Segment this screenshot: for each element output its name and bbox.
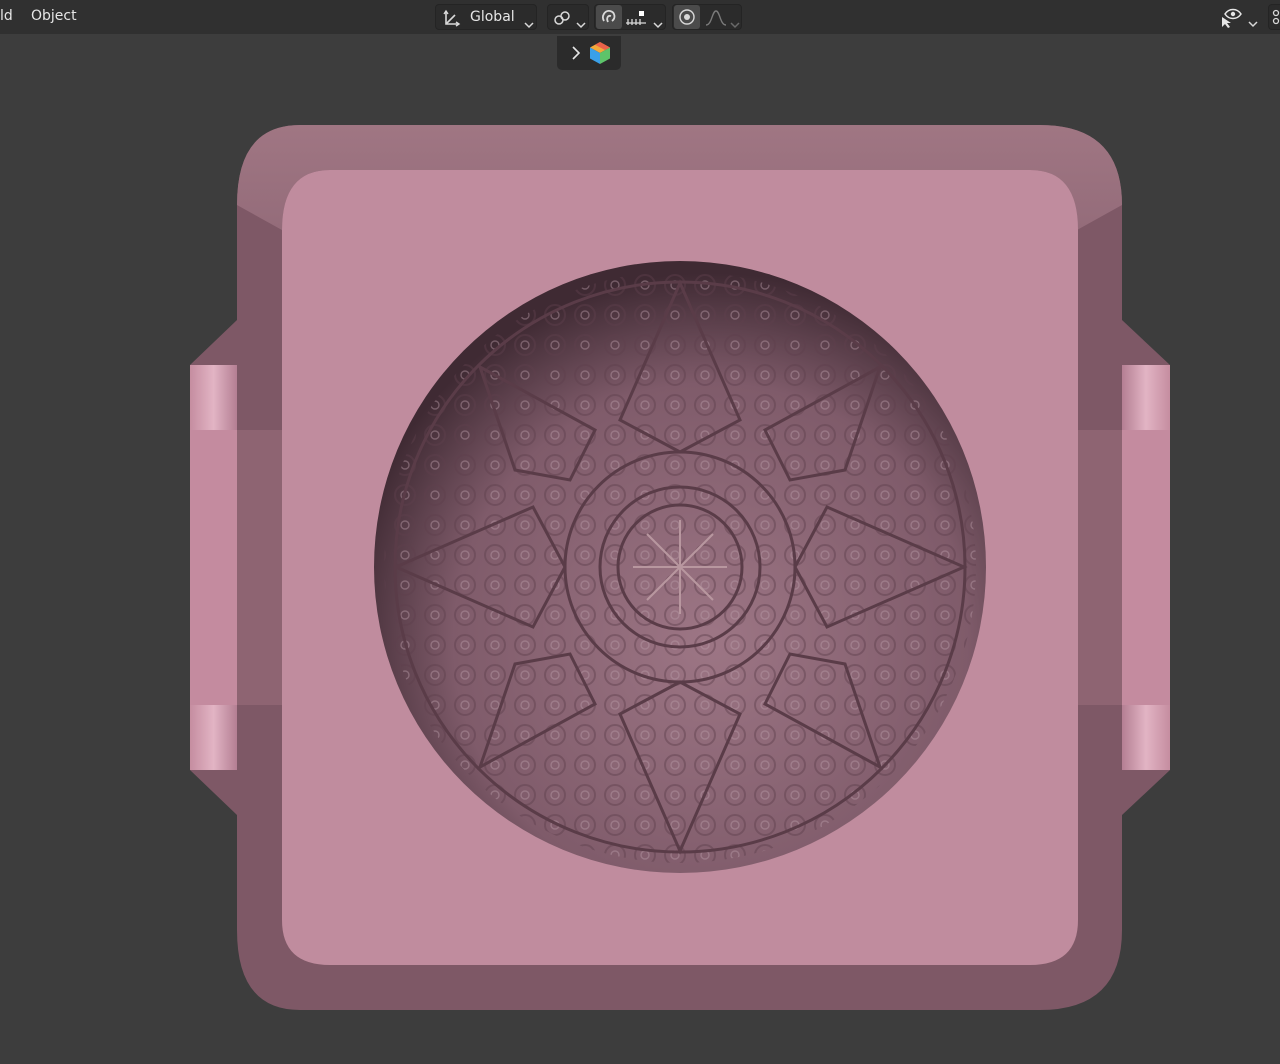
mesh-right-lug-wall	[1078, 430, 1122, 705]
mesh-left-lug-slot	[190, 430, 237, 705]
mandala-center-flower	[633, 520, 727, 614]
mesh-right-lug-slot	[1122, 430, 1170, 705]
mesh-left-lug-wall	[237, 430, 282, 705]
viewport-mesh[interactable]	[0, 0, 1280, 1064]
